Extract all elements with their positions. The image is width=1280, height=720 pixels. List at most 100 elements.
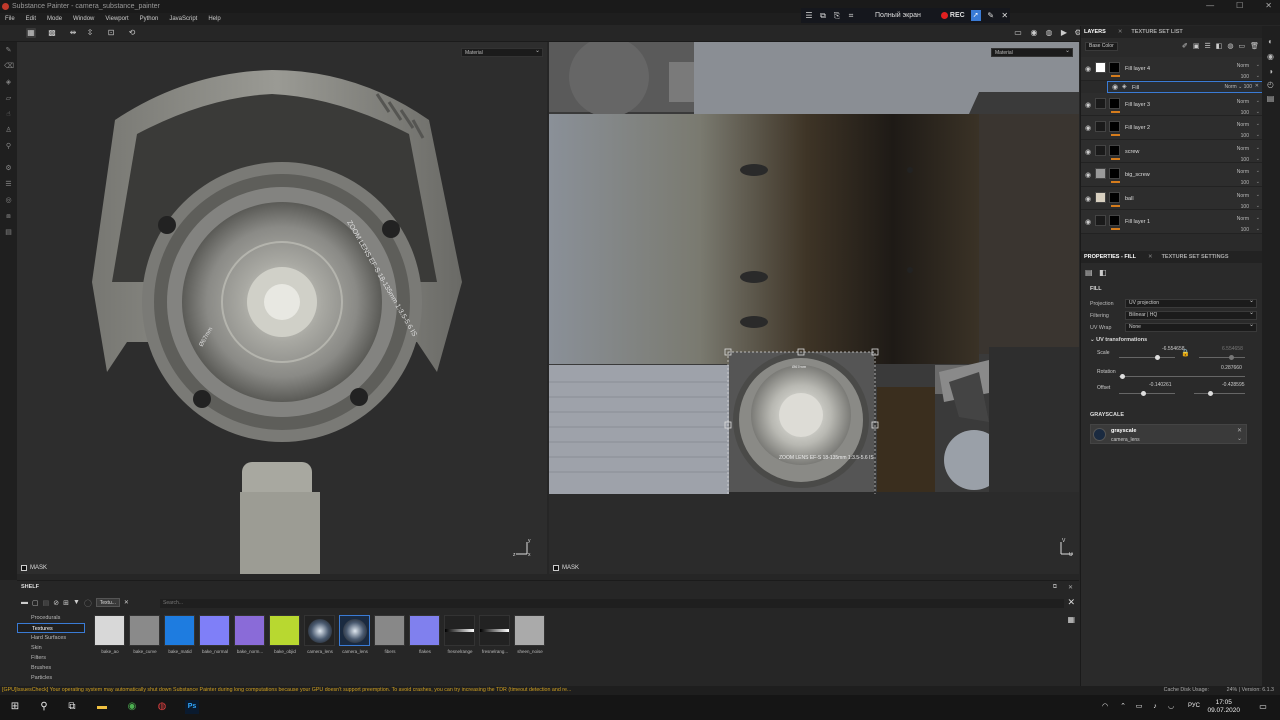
trash-icon[interactable]: ▤ bbox=[43, 599, 50, 607]
bake-icon[interactable]: ◎ bbox=[4, 196, 13, 205]
offset-slider-a[interactable] bbox=[1119, 391, 1175, 396]
viewport-2d[interactable]: ZOOM LENS EF-S 18-135mm 1:3.5-5.6 IS Ø67… bbox=[549, 42, 1079, 574]
mask-toggle-2d[interactable]: MASK bbox=[553, 565, 579, 571]
tab-properties-fill[interactable]: PROPERTIES - FILL bbox=[1084, 254, 1136, 260]
clear-filter-icon[interactable]: ◯ bbox=[84, 599, 92, 607]
slider-knob[interactable] bbox=[1155, 355, 1160, 360]
shelf-resource[interactable]: bake_curve bbox=[129, 615, 161, 654]
layer-blend[interactable]: Norm ⌄ 100 bbox=[1224, 82, 1252, 93]
eye-icon[interactable]: ◉ bbox=[1085, 65, 1091, 73]
remove-chip-icon[interactable]: ✕ bbox=[124, 599, 129, 606]
eye-icon[interactable]: ◉ bbox=[1085, 195, 1091, 203]
tray-volume-icon[interactable]: ♪ bbox=[1148, 700, 1162, 714]
clone-icon[interactable]: ♙ bbox=[4, 126, 13, 135]
remove-effect-icon[interactable]: ✕ bbox=[1255, 83, 1259, 89]
display-icon[interactable]: ◑ bbox=[1266, 67, 1275, 76]
close-tab-icon[interactable]: ✕ bbox=[1148, 254, 1153, 260]
uvwrap-select[interactable]: None bbox=[1125, 322, 1257, 332]
rotation-slider[interactable] bbox=[1119, 374, 1245, 379]
crop-icon[interactable]: ⌗ bbox=[847, 11, 855, 21]
gear-tool-icon[interactable]: ⚙ bbox=[4, 164, 13, 173]
chevron-icon[interactable]: ⌄ ⌄ bbox=[1256, 166, 1260, 188]
camera-icon[interactable]: ◍ bbox=[1044, 28, 1054, 38]
render-icon[interactable]: ◉ bbox=[1029, 28, 1039, 38]
menu-edit[interactable]: Edit bbox=[26, 16, 36, 22]
add-layer-icon[interactable]: ☰ bbox=[1204, 42, 1210, 50]
close-window-button[interactable]: ✕ bbox=[1265, 0, 1272, 13]
layer-row[interactable]: ◉ ball Norm 100 ⌄ ⌄ bbox=[1081, 186, 1263, 212]
chevron-icon[interactable]: ⌄ ⌄ bbox=[1256, 60, 1260, 82]
chevron-icon[interactable]: ⌄ ⌄ bbox=[1256, 213, 1260, 235]
history-panel-icon[interactable]: ◴ bbox=[1266, 80, 1275, 89]
hide-icon[interactable]: ⊘ bbox=[53, 599, 59, 607]
chevron-icon[interactable]: ⌄ ⌄ bbox=[1256, 143, 1260, 165]
shelf-resource[interactable]: bake_norm... bbox=[234, 615, 266, 654]
add-fill-icon[interactable]: ▣ bbox=[1193, 42, 1200, 50]
shelf-category[interactable]: Textures bbox=[17, 623, 85, 633]
symmetry-x-icon[interactable]: ⇹ bbox=[68, 28, 78, 38]
undock-icon[interactable]: ⧉ bbox=[1053, 584, 1057, 591]
substance-painter-icon[interactable]: ◍ bbox=[155, 700, 169, 714]
picker-icon[interactable]: ⚲ bbox=[4, 142, 13, 151]
shelf-resource[interactable]: fibers bbox=[374, 615, 406, 654]
menu-mode[interactable]: Mode bbox=[47, 16, 62, 22]
grid-icon[interactable]: ▦ bbox=[26, 28, 36, 38]
chevron-icon[interactable]: ⌄ ⌄ bbox=[1256, 96, 1260, 118]
lock-icon[interactable]: 🔒 bbox=[1181, 349, 1190, 357]
layer-row[interactable]: ◉ big_screw Norm 100 ⌄ ⌄ bbox=[1081, 163, 1263, 187]
photoshop-icon[interactable]: Ps bbox=[185, 700, 199, 714]
slider-knob[interactable] bbox=[1229, 355, 1234, 360]
close-icon[interactable]: ✕ bbox=[1001, 11, 1009, 20]
tray-up-icon[interactable]: ⌃ bbox=[1116, 700, 1130, 714]
tab-texture-set-settings[interactable]: TEXTURE SET SETTINGS bbox=[1162, 254, 1229, 260]
shelf-resource[interactable]: bake_normal bbox=[199, 615, 231, 654]
filter-icon[interactable]: ▼ bbox=[73, 599, 80, 606]
add-mask-icon[interactable]: ◧ bbox=[1216, 42, 1223, 50]
mask-toggle-3d[interactable]: MASK bbox=[21, 565, 47, 571]
history-icon[interactable]: ⟲ bbox=[127, 28, 137, 38]
layer-fill-effect[interactable]: ◉ ◈ Fill Norm ⌄ 100 ✕ bbox=[1107, 80, 1263, 93]
shelf-resource[interactable]: bake_objid bbox=[269, 615, 301, 654]
screenshot-icon[interactable]: ⎘ bbox=[833, 11, 841, 21]
windows-start-icon[interactable]: ⊞ bbox=[8, 700, 22, 714]
remove-resource-icon[interactable]: ✕ bbox=[1237, 427, 1242, 434]
shelf-category[interactable]: Skin bbox=[17, 643, 85, 653]
viewer-settings-icon[interactable]: ◉ bbox=[1266, 52, 1275, 61]
search-icon[interactable]: ⚲ bbox=[37, 700, 51, 714]
menu-python[interactable]: Python bbox=[140, 16, 159, 22]
shelf-resource[interactable]: fresnelrang... bbox=[479, 615, 511, 654]
python-icon[interactable]: ⧈ bbox=[4, 212, 13, 221]
fullscreen-label[interactable]: Полный экран bbox=[875, 12, 921, 19]
folder-icon[interactable]: ▬ bbox=[21, 599, 28, 606]
layer-blend[interactable]: Norm 100 bbox=[1237, 214, 1249, 236]
viewport-3d[interactable]: ZOOM LENS EF-S 18-135mm 1:3.5-5.6 IS Ø67… bbox=[17, 42, 547, 574]
chevron-icon[interactable]: ⌄ ⌄ bbox=[1256, 119, 1260, 141]
layer-row[interactable]: ◉ Fill layer 4 Norm 100 ⌄ ⌄ bbox=[1081, 57, 1263, 81]
copy-icon[interactable]: ⧉ bbox=[819, 11, 827, 21]
tray-network-icon[interactable]: ◠ bbox=[1098, 700, 1112, 714]
menu-window[interactable]: Window bbox=[73, 16, 94, 22]
layers-panel-icon[interactable]: ◐ bbox=[1266, 37, 1275, 46]
layer-row[interactable]: ◉ Fill layer 3 Norm 100 ⌄ ⌄ bbox=[1081, 92, 1263, 118]
uv-transformations-header[interactable]: ⌄ UV transformations bbox=[1090, 337, 1147, 343]
grayscale-resource[interactable]: grayscale camera_lens ✕ ⌄ bbox=[1090, 424, 1247, 444]
tray-wifi-icon[interactable]: ◡ bbox=[1164, 700, 1178, 714]
eye-icon[interactable]: ◉ bbox=[1085, 218, 1091, 226]
projection-icon[interactable]: ◈ bbox=[4, 78, 13, 87]
shelf-resource[interactable]: camera_lens bbox=[339, 615, 371, 654]
menu-viewport[interactable]: Viewport bbox=[105, 16, 128, 22]
task-view-icon[interactable]: ⧉ bbox=[65, 700, 79, 714]
shelf-category[interactable]: Particles bbox=[17, 673, 85, 683]
menu-icon[interactable]: ☰ bbox=[805, 11, 813, 20]
document-icon[interactable]: ▤ bbox=[4, 228, 13, 237]
minimize-button[interactable]: — bbox=[1206, 0, 1214, 13]
scale-slider-a[interactable] bbox=[1119, 355, 1175, 360]
log-icon[interactable]: ▤ bbox=[1266, 94, 1275, 103]
maximize-button[interactable]: ☐ bbox=[1236, 0, 1243, 13]
chevron-icon[interactable]: ⌄ ⌄ bbox=[1256, 190, 1260, 212]
close-tab-icon[interactable]: ✕ bbox=[1118, 29, 1123, 35]
language-indicator[interactable]: РУС bbox=[1188, 703, 1200, 709]
shelf-category[interactable]: Filters bbox=[17, 653, 85, 663]
tray-icon[interactable]: ▭ bbox=[1132, 700, 1146, 714]
offset-slider-b[interactable] bbox=[1194, 391, 1245, 396]
